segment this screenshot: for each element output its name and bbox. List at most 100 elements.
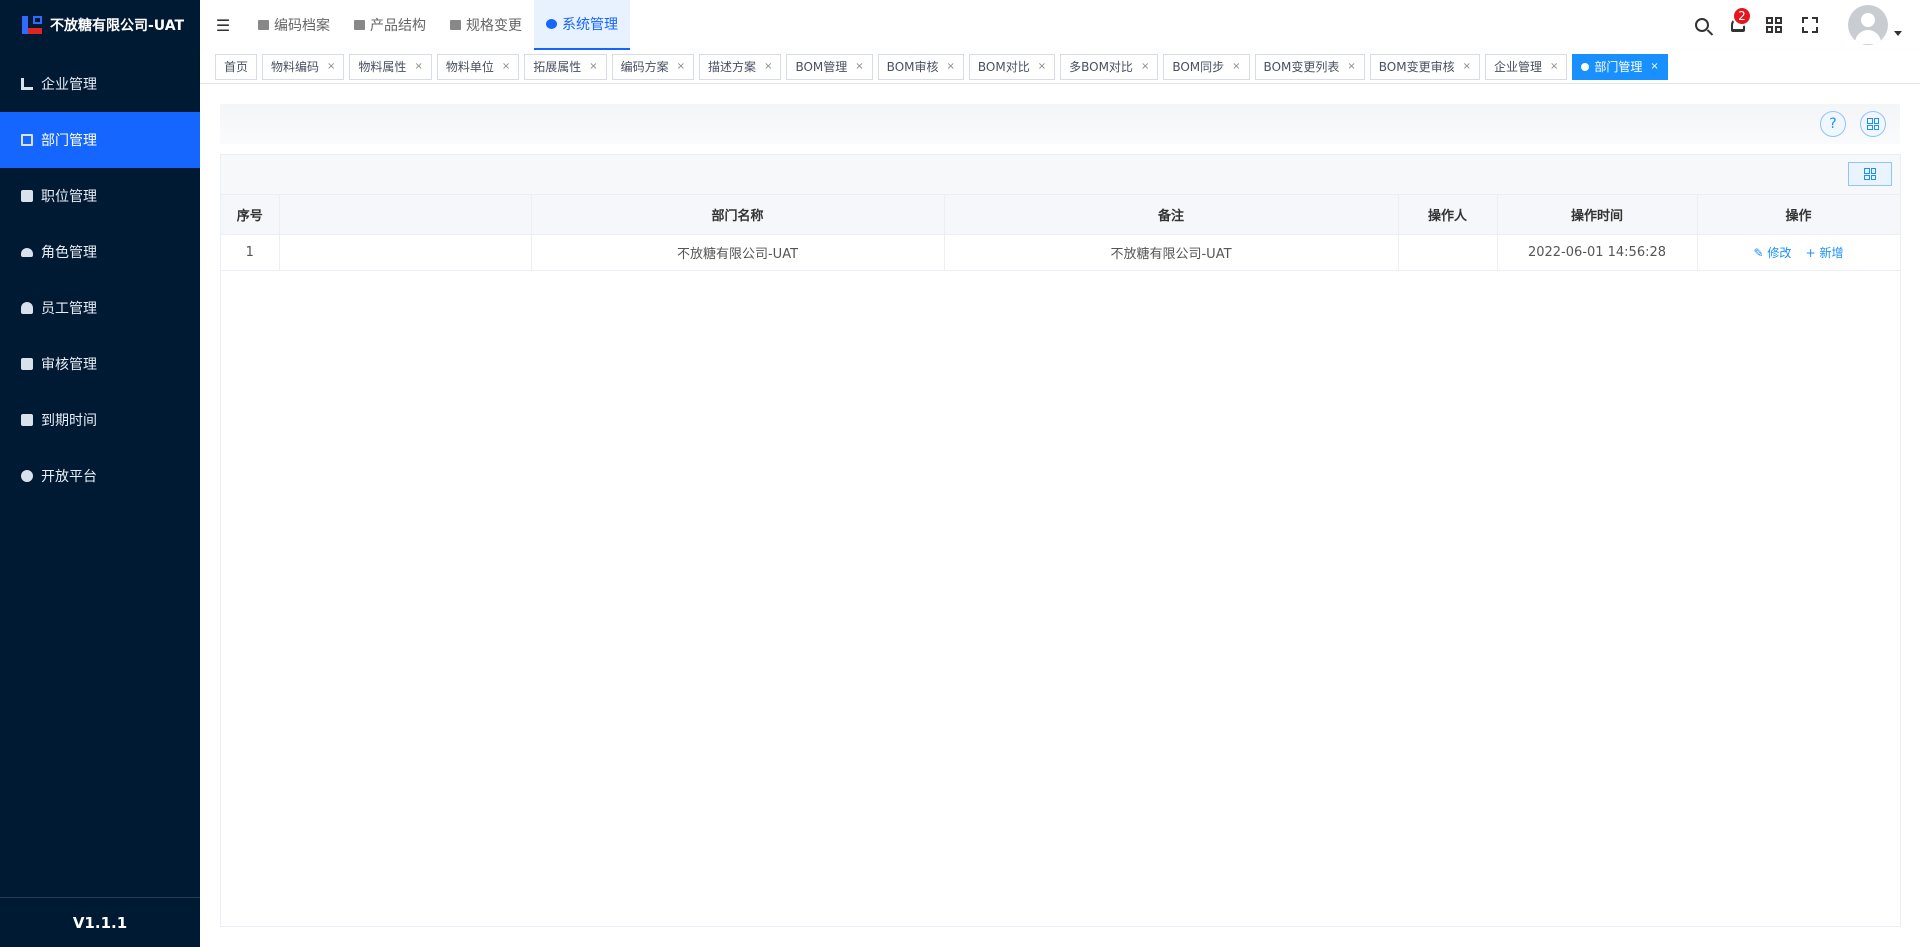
tag-multi-bom-compare[interactable]: 多BOM对比 × bbox=[1060, 53, 1159, 80]
sidebar-item-position[interactable]: 职位管理 bbox=[0, 168, 200, 224]
top-right-tools: 2 bbox=[1684, 0, 1920, 50]
fullscreen-button[interactable] bbox=[1792, 0, 1828, 50]
close-icon[interactable]: × bbox=[1550, 61, 1558, 72]
tag-label: BOM对比 bbox=[977, 60, 1030, 74]
department-table: 序号 部门名称 备注 操作人 操作时间 操作 1 不放糖有限公司-UAT 不放糖… bbox=[221, 195, 1901, 271]
cell-remark: 不放糖有限公司-UAT bbox=[944, 234, 1399, 271]
collapse-sidebar-button[interactable]: ☰ bbox=[200, 0, 246, 50]
logo[interactable]: 不放糖有限公司-UAT bbox=[0, 0, 200, 50]
add-button[interactable]: + 新增 bbox=[1806, 246, 1844, 260]
app-title: 不放糖有限公司-UAT bbox=[50, 18, 185, 34]
grid-icon bbox=[1864, 168, 1876, 180]
sidebar-item-role[interactable]: 角色管理 bbox=[0, 224, 200, 280]
topnav-item-label: 系统管理 bbox=[562, 17, 618, 33]
cell-time: 2022-06-01 14:56:28 bbox=[1497, 234, 1698, 271]
tag-department[interactable]: 部门管理 × bbox=[1572, 53, 1668, 80]
user-avatar-icon bbox=[1861, 13, 1875, 27]
table-row[interactable]: 1 不放糖有限公司-UAT 不放糖有限公司-UAT 2022-06-01 14:… bbox=[221, 234, 1901, 271]
close-icon[interactable]: × bbox=[1347, 61, 1355, 72]
tag-material-code[interactable]: 物料编码 × bbox=[262, 53, 345, 80]
sidebar-item-label: 开放平台 bbox=[41, 469, 97, 485]
sidebar-item-label: 部门管理 bbox=[41, 133, 97, 149]
user-icon bbox=[21, 302, 33, 314]
main-content: ? 序号 部门名称 备注 操作人 操作时间 操作 1 不放糖有限公司-UAT 不… bbox=[200, 84, 1920, 947]
close-icon[interactable]: × bbox=[1232, 61, 1240, 72]
close-icon[interactable]: × bbox=[947, 61, 955, 72]
col-header-remark[interactable]: 备注 bbox=[944, 195, 1399, 235]
tag-label: 编码方案 bbox=[620, 60, 669, 74]
tag-bom-audit[interactable]: BOM审核 × bbox=[877, 53, 964, 80]
logo-icon bbox=[20, 13, 44, 37]
chevron-down-icon[interactable] bbox=[1894, 30, 1902, 36]
cell-index: 1 bbox=[221, 234, 280, 271]
calendar-icon bbox=[21, 414, 33, 426]
tag-desc-scheme[interactable]: 描述方案 × bbox=[699, 53, 782, 80]
cell-actions: ✎ 修改 + 新增 bbox=[1697, 234, 1901, 271]
sidebar-item-department[interactable]: 部门管理 bbox=[0, 112, 200, 168]
close-icon[interactable]: × bbox=[1463, 61, 1471, 72]
col-header-operator[interactable]: 操作人 bbox=[1398, 195, 1498, 235]
sidebar-item-open-platform[interactable]: 开放平台 bbox=[0, 448, 200, 504]
topnav-item-system[interactable]: 系统管理 bbox=[534, 0, 630, 50]
col-header-index[interactable]: 序号 bbox=[221, 195, 280, 235]
tag-material-attr[interactable]: 物料属性 × bbox=[349, 53, 432, 80]
topnav-item-product-structure[interactable]: 产品结构 bbox=[342, 0, 438, 50]
edit-icon: ✎ bbox=[1753, 245, 1764, 260]
topnav-item-code-archive[interactable]: 编码档案 bbox=[246, 0, 342, 50]
tag-label: 物料编码 bbox=[271, 60, 320, 74]
close-icon[interactable]: × bbox=[1650, 61, 1658, 72]
tag-bom-change-list[interactable]: BOM变更列表 × bbox=[1254, 53, 1365, 80]
tag-label: BOM管理 bbox=[795, 60, 848, 74]
sidebar-item-employee[interactable]: 员工管理 bbox=[0, 280, 200, 336]
tag-label: 部门管理 bbox=[1594, 60, 1643, 74]
close-icon[interactable]: × bbox=[1141, 61, 1149, 72]
close-icon[interactable]: × bbox=[502, 61, 510, 72]
tag-material-unit[interactable]: 物料单位 × bbox=[436, 53, 520, 80]
tag-bom-sync[interactable]: BOM同步 × bbox=[1163, 53, 1250, 80]
qrcode-button[interactable] bbox=[1756, 0, 1792, 50]
tree-icon bbox=[21, 134, 33, 146]
notification-button[interactable]: 2 bbox=[1720, 0, 1756, 50]
sidebar-item-label: 角色管理 bbox=[41, 245, 97, 261]
layers-icon bbox=[354, 20, 365, 30]
close-icon[interactable]: × bbox=[1038, 61, 1046, 72]
cell-operator bbox=[1398, 234, 1498, 271]
search-button[interactable] bbox=[1684, 0, 1720, 50]
sidebar-item-expiry[interactable]: 到期时间 bbox=[0, 392, 200, 448]
tag-label: 多BOM对比 bbox=[1069, 60, 1133, 74]
top-nav: 编码档案 产品结构 规格变更 系统管理 bbox=[246, 0, 630, 50]
avatar[interactable] bbox=[1848, 5, 1888, 45]
close-icon[interactable]: × bbox=[589, 61, 597, 72]
tag-extend-attr[interactable]: 拓展属性 × bbox=[524, 53, 607, 80]
sidebar-item-audit[interactable]: 审核管理 bbox=[0, 336, 200, 392]
building-icon bbox=[21, 78, 33, 90]
tag-bom-compare[interactable]: BOM对比 × bbox=[968, 53, 1056, 80]
close-icon[interactable]: × bbox=[327, 61, 335, 72]
close-icon[interactable]: × bbox=[764, 61, 772, 72]
tag-code-scheme[interactable]: 编码方案 × bbox=[611, 53, 695, 80]
tag-bom-manage[interactable]: BOM管理 × bbox=[786, 53, 873, 80]
car-icon bbox=[21, 247, 33, 257]
tag-enterprise[interactable]: 企业管理 × bbox=[1484, 53, 1568, 80]
close-icon[interactable]: × bbox=[677, 61, 685, 72]
col-header-name[interactable]: 部门名称 bbox=[531, 195, 945, 235]
plus-icon: + bbox=[1805, 245, 1816, 260]
sidebar-menu: 企业管理 部门管理 职位管理 角色管理 员工管理 审核管理 到期时间 开放平台 bbox=[0, 56, 200, 504]
toggle-search-button[interactable] bbox=[1860, 111, 1886, 137]
active-dot-icon bbox=[1581, 62, 1590, 71]
close-icon[interactable]: × bbox=[414, 61, 422, 72]
tag-label: 拓展属性 bbox=[533, 60, 582, 74]
help-button[interactable]: ? bbox=[1820, 111, 1846, 137]
sidebar-item-enterprise[interactable]: 企业管理 bbox=[0, 56, 200, 112]
col-header-blank bbox=[279, 195, 532, 235]
column-settings-button[interactable] bbox=[1848, 162, 1892, 186]
edit-button[interactable]: ✎ 修改 bbox=[1754, 246, 1792, 260]
help-icon: ? bbox=[1829, 116, 1837, 132]
tag-home[interactable]: 首页 bbox=[215, 53, 258, 80]
col-header-time[interactable]: 操作时间 bbox=[1497, 195, 1698, 235]
tag-bom-change-audit[interactable]: BOM变更审核 × bbox=[1369, 53, 1480, 80]
close-icon[interactable]: × bbox=[855, 61, 863, 72]
badge-icon bbox=[21, 190, 33, 202]
topnav-item-label: 产品结构 bbox=[370, 18, 426, 34]
topnav-item-spec-change[interactable]: 规格变更 bbox=[438, 0, 534, 50]
